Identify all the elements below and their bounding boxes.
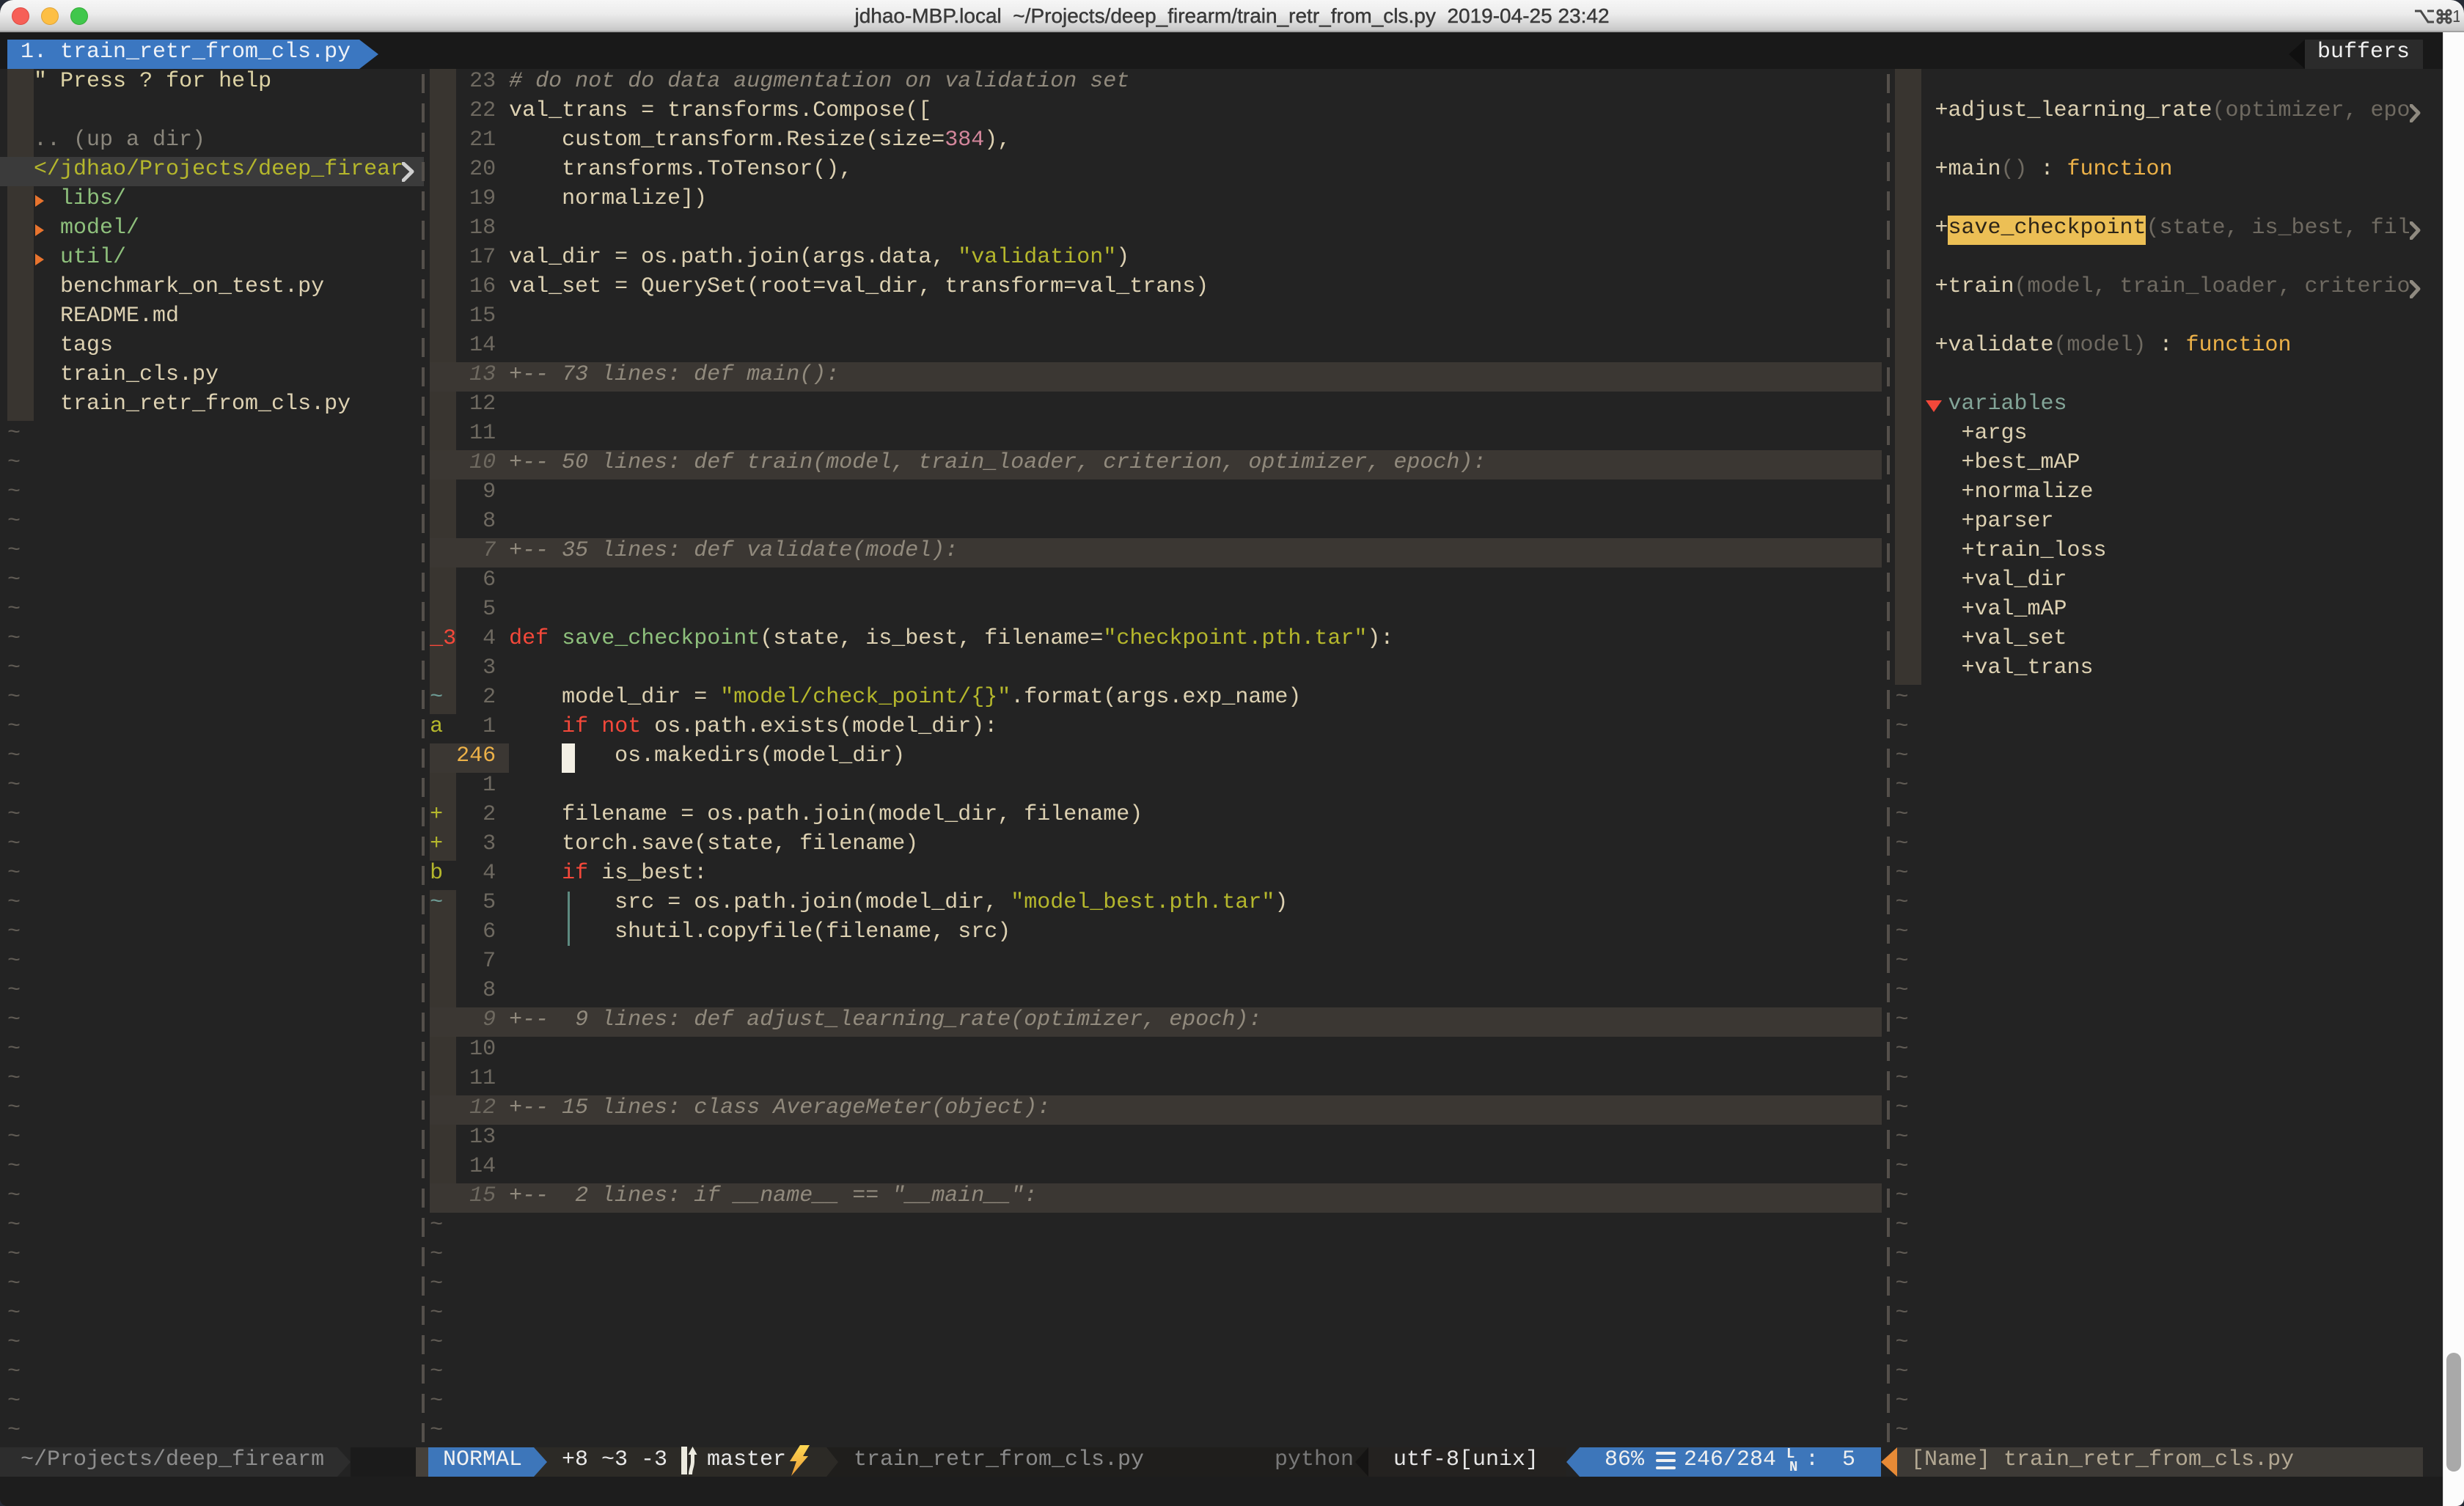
svg-text:1: 1 [2452,7,2460,25]
